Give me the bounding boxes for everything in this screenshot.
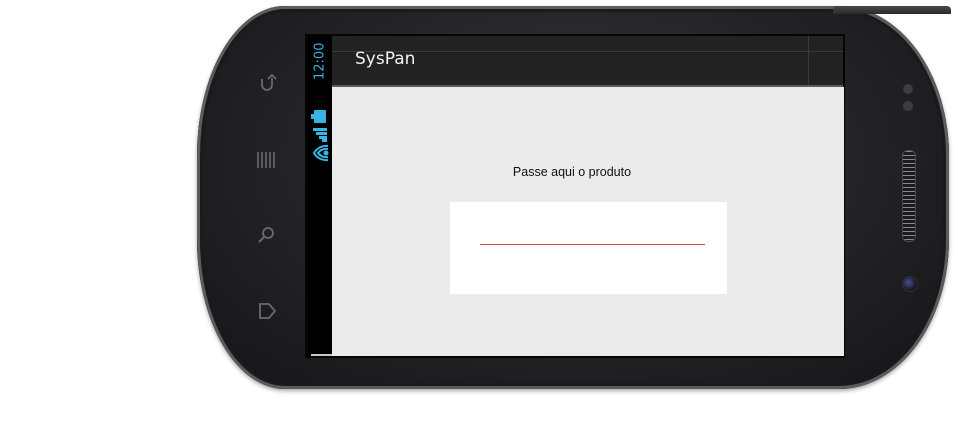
signal-icon	[313, 128, 327, 142]
action-bar: SysPan	[332, 36, 843, 87]
search-icon[interactable]	[257, 225, 277, 245]
back-icon[interactable]	[257, 73, 277, 93]
scan-prompt-label: Passe aqui o produto	[512, 165, 632, 179]
wifi-icon	[312, 144, 329, 162]
main-content: Passe aqui o produto	[332, 87, 844, 356]
proximity-sensor	[903, 84, 913, 94]
product-input-container[interactable]	[450, 202, 727, 294]
layout-guide-vertical	[808, 36, 809, 85]
status-bar: 12:00	[308, 36, 332, 356]
menu-icon[interactable]	[256, 150, 276, 170]
watermark-text	[2, 362, 16, 420]
power-button[interactable]	[833, 6, 951, 14]
home-icon[interactable]	[257, 301, 277, 321]
front-camera	[902, 276, 918, 292]
emulator-stage: 12:00 SysPan Passe aqui o produto	[0, 0, 958, 422]
battery-icon	[311, 110, 326, 123]
status-time: 12:00	[312, 42, 328, 80]
app-title: SysPan	[355, 49, 416, 69]
status-bar-divider	[311, 354, 332, 356]
product-input[interactable]	[480, 244, 705, 245]
light-sensor	[903, 101, 913, 111]
earpiece-speaker	[902, 150, 916, 242]
